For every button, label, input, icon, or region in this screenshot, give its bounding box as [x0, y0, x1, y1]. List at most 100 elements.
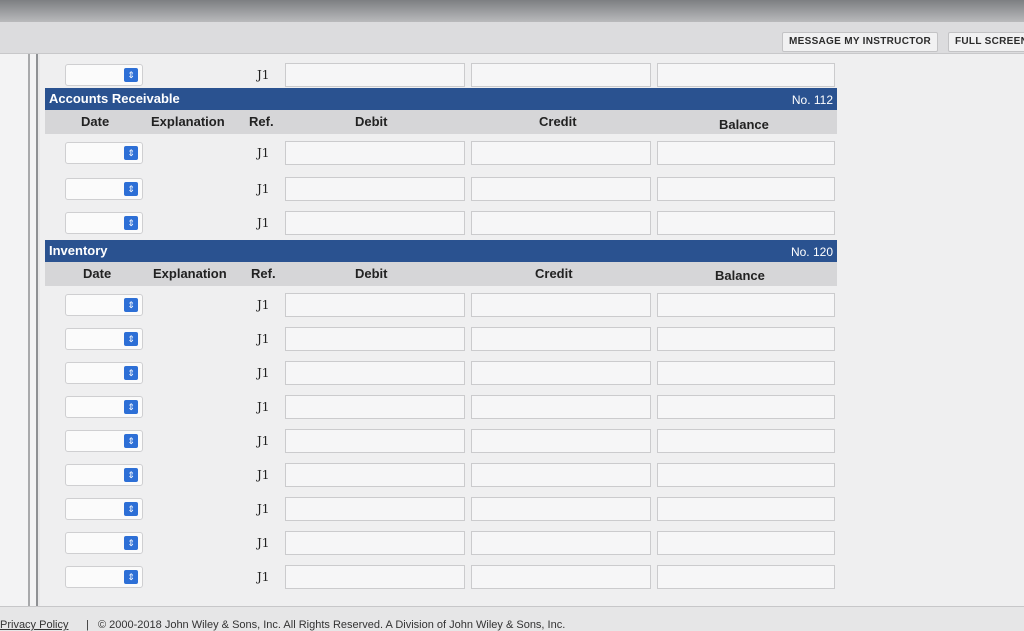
date-select[interactable]: ⇕ [65, 328, 143, 350]
ref-label: J1 [257, 68, 270, 82]
table-row: ⇕ J1 [45, 326, 837, 352]
date-select[interactable]: ⇕ [65, 212, 143, 234]
ref-label: J1 [257, 146, 270, 160]
table-row: ⇕ J1 [45, 496, 837, 522]
account-number: No. 120 [790, 245, 833, 259]
date-select[interactable]: ⇕ [65, 178, 143, 200]
balance-input[interactable] [657, 463, 835, 487]
date-select[interactable]: ⇕ [65, 396, 143, 418]
credit-input[interactable] [471, 565, 651, 589]
privacy-policy-link[interactable]: Privacy Policy [0, 619, 68, 631]
account-name: Accounts Receivable [49, 91, 180, 106]
stepper-icon: ⇕ [124, 146, 138, 160]
credit-input[interactable] [471, 361, 651, 385]
balance-input[interactable] [657, 565, 835, 589]
balance-input[interactable] [657, 395, 835, 419]
col-ref: Ref. [251, 266, 276, 281]
balance-input[interactable] [657, 293, 835, 317]
date-select[interactable]: ⇕ [65, 294, 143, 316]
ref-label: J1 [257, 570, 270, 584]
credit-input[interactable] [471, 497, 651, 521]
footer-separator: | [86, 619, 89, 631]
debit-input[interactable] [285, 361, 465, 385]
credit-input[interactable] [471, 211, 651, 235]
col-explanation: Explanation [153, 266, 227, 281]
column-header-row: Date Explanation Ref. Debit Credit Balan… [45, 262, 837, 286]
balance-input[interactable] [657, 429, 835, 453]
credit-input[interactable] [471, 177, 651, 201]
stepper-icon: ⇕ [124, 366, 138, 380]
balance-input[interactable] [657, 211, 835, 235]
date-select[interactable]: ⇕ [65, 464, 143, 486]
table-row: ⇕ J1 [45, 292, 837, 318]
debit-input[interactable] [285, 531, 465, 555]
credit-input[interactable] [471, 463, 651, 487]
table-row: ⇕ J1 [45, 360, 837, 386]
ref-label: J1 [257, 536, 270, 550]
credit-input[interactable] [471, 327, 651, 351]
date-select[interactable]: ⇕ [65, 64, 143, 86]
col-balance: Balance [715, 268, 765, 283]
date-select[interactable]: ⇕ [65, 532, 143, 554]
stepper-icon: ⇕ [124, 298, 138, 312]
debit-input[interactable] [285, 429, 465, 453]
credit-input[interactable] [471, 531, 651, 555]
balance-input[interactable] [657, 361, 835, 385]
balance-input[interactable] [657, 63, 835, 87]
left-panel-edge [0, 54, 38, 606]
credit-input[interactable] [471, 395, 651, 419]
col-date: Date [81, 114, 110, 129]
balance-input[interactable] [657, 141, 835, 165]
date-select[interactable]: ⇕ [65, 498, 143, 520]
debit-input[interactable] [285, 293, 465, 317]
date-select[interactable]: ⇕ [65, 430, 143, 452]
stepper-icon: ⇕ [124, 570, 138, 584]
debit-input[interactable] [285, 565, 465, 589]
scroll-divider [28, 54, 30, 606]
ref-label: J1 [257, 502, 270, 516]
credit-input[interactable] [471, 63, 651, 87]
stepper-icon: ⇕ [124, 68, 138, 82]
stepper-icon: ⇕ [124, 536, 138, 550]
debit-input[interactable] [285, 463, 465, 487]
stepper-icon: ⇕ [124, 400, 138, 414]
debit-input[interactable] [285, 395, 465, 419]
debit-input[interactable] [285, 177, 465, 201]
col-credit: Credit [535, 266, 573, 281]
debit-input[interactable] [285, 141, 465, 165]
ref-label: J1 [257, 182, 270, 196]
table-row: ⇕ J1 [45, 176, 837, 202]
debit-input[interactable] [285, 327, 465, 351]
debit-input[interactable] [285, 63, 465, 87]
credit-input[interactable] [471, 293, 651, 317]
balance-input[interactable] [657, 327, 835, 351]
balance-input[interactable] [657, 531, 835, 555]
col-balance: Balance [719, 117, 769, 132]
account-name: Inventory [49, 243, 108, 258]
date-select[interactable]: ⇕ [65, 142, 143, 164]
ledger-header-accounts-receivable: Accounts Receivable No. 112 [45, 88, 837, 110]
balance-input[interactable] [657, 177, 835, 201]
footer: Privacy Policy | © 2000-2018 John Wiley … [0, 606, 1024, 631]
ref-label: J1 [257, 434, 270, 448]
table-row: ⇕ J1 [45, 428, 837, 454]
credit-input[interactable] [471, 141, 651, 165]
account-number: No. 112 [791, 93, 833, 107]
table-row: ⇕ J1 [45, 394, 837, 420]
table-row: ⇕ J1 [45, 530, 837, 556]
stepper-icon: ⇕ [124, 502, 138, 516]
stepper-icon: ⇕ [124, 434, 138, 448]
debit-input[interactable] [285, 211, 465, 235]
table-row: ⇕ J1 [45, 210, 837, 236]
ledger-content: ⇕ J1 Accounts Receivable No. 112 Date Ex… [40, 54, 1024, 606]
col-ref: Ref. [249, 114, 274, 129]
debit-input[interactable] [285, 497, 465, 521]
message-instructor-button[interactable]: MESSAGE MY INSTRUCTOR [782, 32, 939, 52]
stepper-icon: ⇕ [124, 468, 138, 482]
top-band [0, 0, 1024, 22]
credit-input[interactable] [471, 429, 651, 453]
balance-input[interactable] [657, 497, 835, 521]
date-select[interactable]: ⇕ [65, 566, 143, 588]
date-select[interactable]: ⇕ [65, 362, 143, 384]
full-screen-button[interactable]: FULL SCREEN [948, 32, 1024, 52]
